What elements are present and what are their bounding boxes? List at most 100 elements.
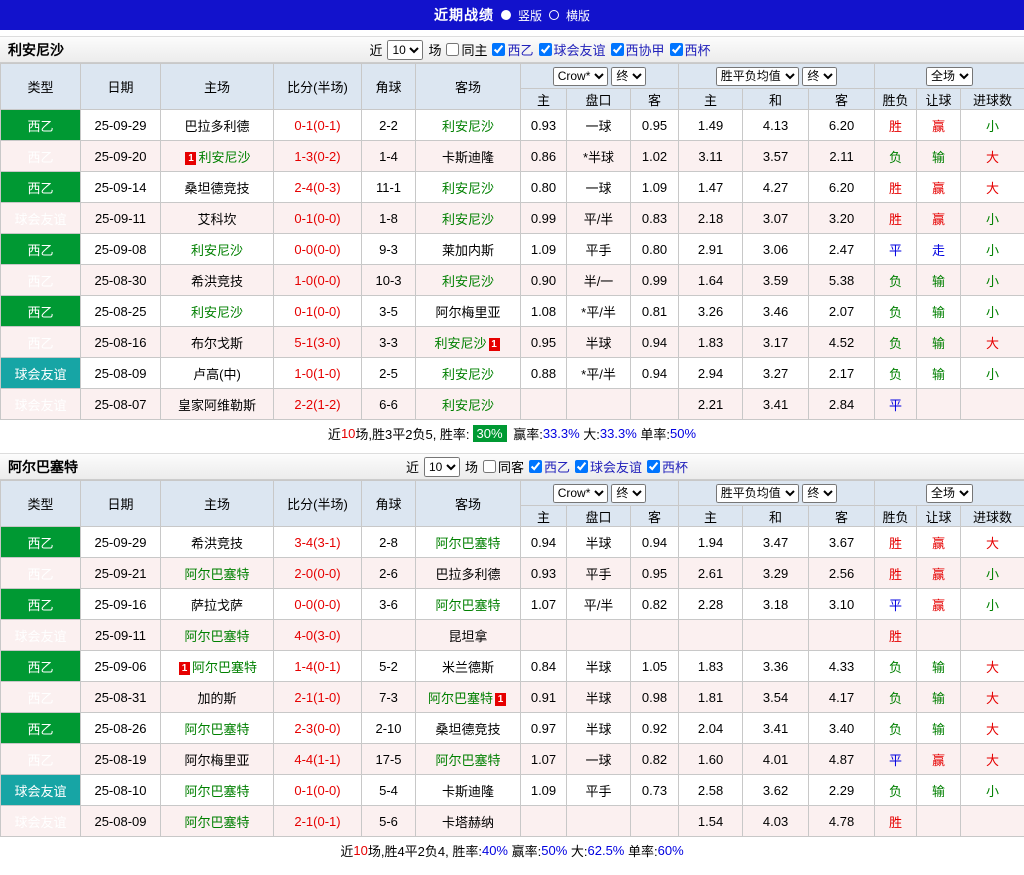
team-link[interactable]: 阿尔巴塞特 <box>184 815 249 830</box>
away-team-cell[interactable]: 莱加内斯 <box>416 234 521 265</box>
home-team-cell[interactable]: 希洪竞技 <box>161 527 274 558</box>
asian-time-select[interactable]: 终 <box>611 484 646 503</box>
away-team-cell[interactable]: 昆坦拿 <box>416 620 521 651</box>
team-link[interactable]: 阿尔巴塞特 <box>428 691 493 706</box>
team-link[interactable]: 利安尼沙 <box>191 305 243 320</box>
team-link[interactable]: 卡斯迪隆 <box>442 150 494 165</box>
team-link[interactable]: 艾科坎 <box>197 212 236 227</box>
result-scope-select[interactable]: 全场 <box>926 484 973 503</box>
team-link[interactable]: 米兰德斯 <box>442 660 494 675</box>
away-team-cell[interactable]: 利安尼沙 <box>416 358 521 389</box>
away-team-cell[interactable]: 卡塔赫纳 <box>416 806 521 837</box>
away-team-cell[interactable]: 巴拉多利德 <box>416 558 521 589</box>
home-team-cell[interactable]: 1利安尼沙 <box>161 141 274 172</box>
home-team-cell[interactable]: 卢高(中) <box>161 358 274 389</box>
away-team-cell[interactable]: 阿尔巴塞特1 <box>416 682 521 713</box>
home-team-cell[interactable]: 阿尔巴塞特 <box>161 775 274 806</box>
away-team-cell[interactable]: 阿尔梅里亚 <box>416 296 521 327</box>
away-team-cell[interactable]: 利安尼沙 <box>416 203 521 234</box>
home-team-cell[interactable]: 布尔戈斯 <box>161 327 274 358</box>
home-team-cell[interactable]: 艾科坎 <box>161 203 274 234</box>
team-link[interactable]: 希洪竞技 <box>191 536 243 551</box>
away-team-cell[interactable]: 阿尔巴塞特 <box>416 744 521 775</box>
away-team-cell[interactable]: 米兰德斯 <box>416 651 521 682</box>
europe-odds-select[interactable]: 胜平负均值 <box>716 67 799 86</box>
away-team-cell[interactable]: 桑坦德竞技 <box>416 713 521 744</box>
home-team-cell[interactable]: 阿尔巴塞特 <box>161 806 274 837</box>
team-link[interactable]: 布尔戈斯 <box>191 336 243 351</box>
league-checkbox[interactable] <box>611 43 624 56</box>
team-link[interactable]: 萨拉戈萨 <box>191 598 243 613</box>
home-team-cell[interactable]: 阿尔梅里亚 <box>161 744 274 775</box>
team-link[interactable]: 阿尔巴塞特 <box>184 784 249 799</box>
same-venue-filter[interactable]: 同客 <box>483 457 524 476</box>
vertical-layout-label[interactable]: 竖版 <box>518 7 542 24</box>
away-team-cell[interactable]: 利安尼沙 <box>416 110 521 141</box>
home-team-cell[interactable]: 希洪竞技 <box>161 265 274 296</box>
away-team-cell[interactable]: 阿尔巴塞特 <box>416 589 521 620</box>
league-filter[interactable]: 西乙 <box>529 457 570 476</box>
team-link[interactable]: 阿尔梅里亚 <box>435 305 500 320</box>
team-link[interactable]: 卢高(中) <box>193 367 241 382</box>
same-venue-checkbox[interactable] <box>446 43 459 56</box>
europe-odds-select[interactable]: 胜平负均值 <box>716 484 799 503</box>
home-team-cell[interactable]: 巴拉多利德 <box>161 110 274 141</box>
team-link[interactable]: 卡塔赫纳 <box>442 815 494 830</box>
away-team-cell[interactable]: 利安尼沙1 <box>416 327 521 358</box>
team-link[interactable]: 利安尼沙 <box>442 398 494 413</box>
team-link[interactable]: 阿尔巴塞特 <box>184 722 249 737</box>
league-checkbox[interactable] <box>647 460 660 473</box>
team-link[interactable]: 巴拉多利德 <box>184 119 249 134</box>
league-filter[interactable]: 西乙 <box>492 40 533 59</box>
league-checkbox[interactable] <box>670 43 683 56</box>
home-team-cell[interactable]: 桑坦德竞技 <box>161 172 274 203</box>
odds-company-select[interactable]: Crow* <box>553 484 608 503</box>
away-team-cell[interactable]: 利安尼沙 <box>416 172 521 203</box>
league-filter[interactable]: 球会友谊 <box>539 40 606 59</box>
home-team-cell[interactable]: 阿尔巴塞特 <box>161 558 274 589</box>
league-checkbox[interactable] <box>529 460 542 473</box>
team-link[interactable]: 皇家阿维勒斯 <box>178 398 256 413</box>
team-link[interactable]: 加的斯 <box>197 691 236 706</box>
vertical-layout-radio[interactable] <box>501 10 511 20</box>
team-link[interactable]: 阿尔巴塞特 <box>192 660 257 675</box>
team-link[interactable]: 阿尔梅里亚 <box>184 753 249 768</box>
match-count-select[interactable]: 10 <box>387 40 423 60</box>
team-link[interactable]: 巴拉多利德 <box>435 567 500 582</box>
league-checkbox[interactable] <box>492 43 505 56</box>
league-filter[interactable]: 球会友谊 <box>575 457 642 476</box>
home-team-cell[interactable]: 皇家阿维勒斯 <box>161 389 274 420</box>
team-link[interactable]: 莱加内斯 <box>442 243 494 258</box>
team-link[interactable]: 阿尔巴塞特 <box>184 629 249 644</box>
same-venue-checkbox[interactable] <box>483 460 496 473</box>
home-team-cell[interactable]: 萨拉戈萨 <box>161 589 274 620</box>
team-link[interactable]: 利安尼沙 <box>442 181 494 196</box>
team-link[interactable]: 利安尼沙 <box>191 243 243 258</box>
team-link[interactable]: 利安尼沙 <box>442 212 494 227</box>
team-link[interactable]: 桑坦德竞技 <box>435 722 500 737</box>
away-team-cell[interactable]: 卡斯迪隆 <box>416 775 521 806</box>
team-link[interactable]: 阿尔巴塞特 <box>184 567 249 582</box>
home-team-cell[interactable]: 利安尼沙 <box>161 234 274 265</box>
home-team-cell[interactable]: 阿尔巴塞特 <box>161 620 274 651</box>
away-team-cell[interactable]: 卡斯迪隆 <box>416 141 521 172</box>
team-link[interactable]: 利安尼沙 <box>442 274 494 289</box>
team-link[interactable]: 桑坦德竞技 <box>184 181 249 196</box>
league-filter[interactable]: 西杯 <box>647 457 688 476</box>
match-count-select[interactable]: 10 <box>424 457 460 477</box>
team-link[interactable]: 昆坦拿 <box>448 629 487 644</box>
home-team-cell[interactable]: 1阿尔巴塞特 <box>161 651 274 682</box>
team-link[interactable]: 卡斯迪隆 <box>442 784 494 799</box>
league-checkbox[interactable] <box>539 43 552 56</box>
away-team-cell[interactable]: 利安尼沙 <box>416 389 521 420</box>
home-team-cell[interactable]: 利安尼沙 <box>161 296 274 327</box>
odds-company-select[interactable]: Crow* <box>553 67 608 86</box>
same-venue-filter[interactable]: 同主 <box>446 40 487 59</box>
horizontal-layout-label[interactable]: 横版 <box>566 7 590 24</box>
team-link[interactable]: 阿尔巴塞特 <box>435 753 500 768</box>
team-link[interactable]: 利安尼沙 <box>198 150 250 165</box>
team-link[interactable]: 利安尼沙 <box>442 367 494 382</box>
league-checkbox[interactable] <box>575 460 588 473</box>
home-team-cell[interactable]: 阿尔巴塞特 <box>161 713 274 744</box>
europe-time-select[interactable]: 终 <box>802 484 837 503</box>
